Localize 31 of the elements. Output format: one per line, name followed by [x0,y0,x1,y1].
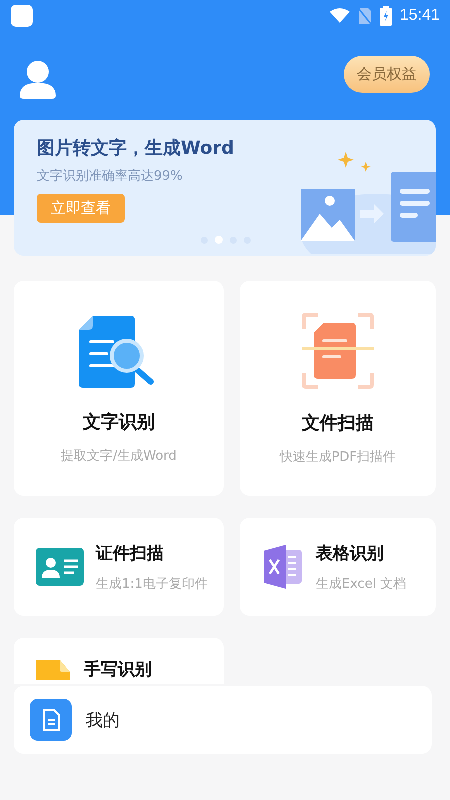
tool-card[interactable]: 文字识别 提取文字/生成Word [14,281,224,496]
tool-card[interactable]: 证件扫描 生成1:1电子复印件 [14,518,224,616]
spreadsheet-icon [262,545,304,589]
my-documents-label: 我的 [86,710,120,732]
tool-title: 文件扫描 [302,412,374,435]
notification-icon [11,5,33,27]
user-avatar-icon[interactable] [19,60,57,100]
tool-title: 表格识别 [316,542,385,564]
wifi-icon [330,8,350,24]
member-benefits-button[interactable]: 会员权益 [344,56,430,92]
tool-card[interactable]: 表格识别 生成Excel 文档 [240,518,436,616]
tool-card[interactable]: 文件扫描 快速生成PDF扫描件 [240,281,436,496]
tool-subtitle: 提取文字/生成Word [61,448,177,465]
tool-subtitle: 快速生成PDF扫描件 [280,449,396,466]
carousel-dot[interactable] [215,236,223,244]
banner-card[interactable]: 图片转文字，生成Word 文字识别准确率高达99% 立即查看 [14,120,436,256]
tool-title: 手写识别 [84,659,152,681]
tool-title: 证件扫描 [96,542,165,564]
document-scan-icon [302,313,374,389]
tool-card[interactable]: 手写识别 [14,638,224,684]
tool-subtitle: 生成Excel 文档 [316,576,407,592]
folder-icon [36,658,72,680]
document-icon [30,699,72,741]
battery-icon [380,6,392,26]
tool-subtitle: 生成1:1电子复印件 [96,576,208,592]
clock-time: 15:41 [400,7,440,25]
my-documents-bar[interactable]: 我的 [14,686,432,754]
banner-title: 图片转文字，生成Word [37,137,234,160]
banner-subtitle: 文字识别准确率高达99% [37,168,183,185]
tool-title: 文字识别 [83,411,155,434]
id-card-icon [36,548,84,586]
